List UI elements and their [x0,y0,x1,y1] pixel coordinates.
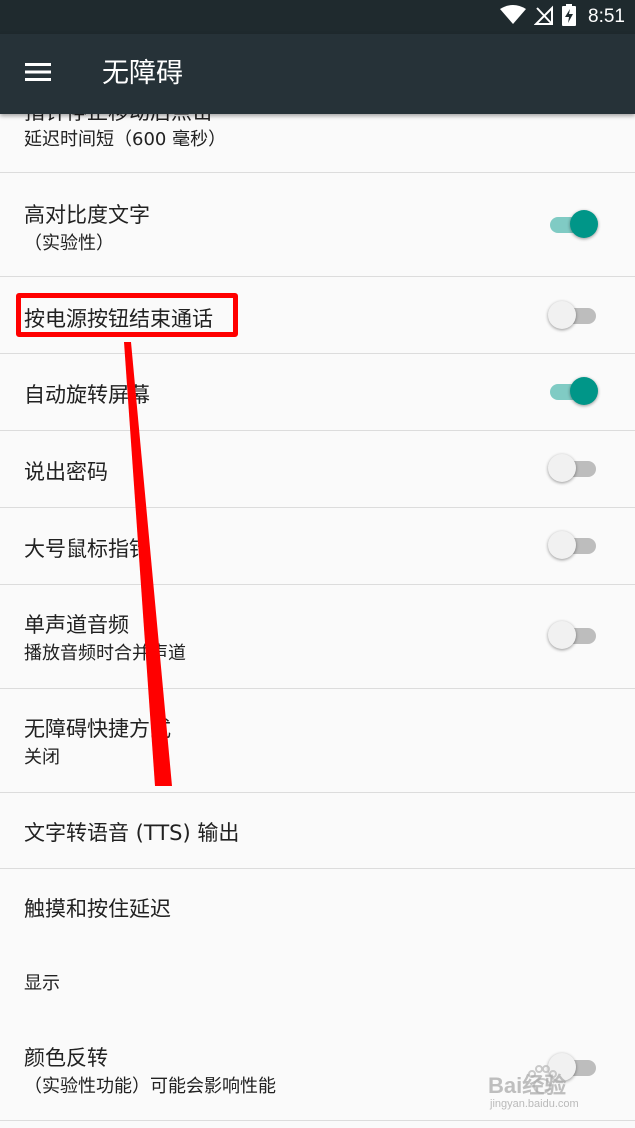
watermark-url: jingyan.baidu.com [490,1098,579,1110]
watermark-brand: Bai经验 [488,1073,567,1098]
baidu-jingyan-watermark: Bai经验 jingyan.baidu.com [482,1058,612,1116]
annotation-arrow [124,342,172,786]
